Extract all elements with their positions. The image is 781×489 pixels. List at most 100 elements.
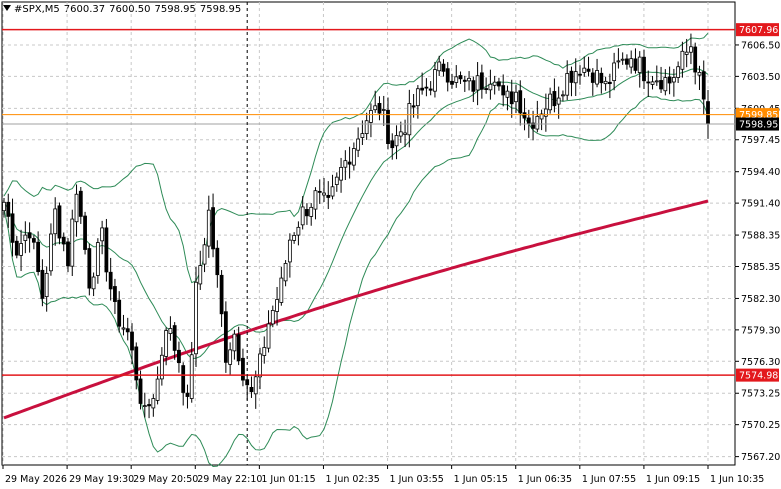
candle-body	[2, 201, 6, 212]
candle-body	[168, 328, 173, 334]
candle-body	[488, 83, 493, 91]
candle-body	[484, 88, 489, 90]
candle-body	[309, 206, 314, 217]
candle-body	[364, 120, 369, 135]
candle-body	[445, 68, 450, 83]
candle-body	[607, 81, 612, 85]
candle-body	[377, 102, 382, 114]
candle-body	[142, 405, 147, 408]
candle-body	[305, 209, 309, 217]
candle-body	[663, 77, 668, 92]
candle-body	[23, 234, 28, 242]
candle-body	[625, 58, 629, 65]
y-tick-label: 7567.20	[741, 452, 780, 463]
candle-body	[189, 354, 194, 399]
x-tick-label: 1 Jun 02:35	[325, 474, 379, 485]
candle-body	[351, 148, 356, 166]
y-tick-label: 7603.50	[741, 72, 780, 83]
y-tick-label: 7588.35	[741, 231, 780, 242]
candle-body	[415, 88, 420, 107]
candle-body	[215, 247, 220, 276]
candle-body	[70, 218, 75, 267]
candle-body	[373, 105, 378, 111]
candle-body	[44, 272, 49, 298]
price-tag-label: 7598.95	[739, 120, 778, 131]
candle-body	[369, 110, 373, 123]
candle-body	[420, 87, 425, 91]
candle-body	[253, 376, 258, 395]
candle-body	[317, 190, 322, 193]
candle-body	[654, 80, 659, 83]
x-tick-label: 29 May 22:10	[197, 474, 262, 485]
candle-body	[31, 238, 36, 243]
candle-body	[347, 161, 352, 165]
candle-body	[83, 215, 87, 250]
candle-body	[147, 404, 151, 407]
candle-body	[292, 235, 297, 241]
candle-body	[211, 207, 215, 250]
candle-body	[590, 72, 595, 83]
candle-body	[637, 56, 642, 73]
x-tick-label: 1 Jun 05:15	[454, 474, 508, 485]
x-tick-label: 29 May 19:30	[69, 474, 134, 485]
price-tag-label: 7607.96	[739, 25, 778, 36]
candle-body	[151, 398, 156, 409]
candle-body	[424, 86, 429, 89]
candle-body	[87, 248, 92, 289]
candle-body	[497, 81, 501, 87]
y-tick-label: 7597.45	[741, 135, 780, 146]
candle-body	[300, 206, 305, 226]
candle-body	[121, 327, 126, 330]
candle-body	[287, 239, 292, 263]
candle-body	[693, 46, 698, 73]
candle-body	[509, 91, 514, 105]
candle-body	[612, 62, 617, 82]
y-tick-label: 7594.40	[741, 167, 780, 178]
candle-body	[57, 205, 62, 239]
candle-body	[680, 50, 685, 70]
y-tick-label: 7585.35	[741, 262, 780, 273]
candle-body	[172, 325, 177, 351]
candle-body	[194, 281, 198, 355]
y-tick-label: 7591.40	[741, 199, 780, 210]
candle-body	[556, 97, 561, 105]
candle-body	[356, 138, 361, 151]
candle-body	[386, 109, 390, 145]
candle-body	[441, 63, 446, 72]
candle-body	[573, 71, 578, 84]
x-tick-label: 1 Jun 01:15	[261, 474, 315, 485]
candle-body	[586, 68, 591, 72]
candle-body	[100, 227, 105, 242]
candle-body	[454, 76, 459, 83]
candle-body	[543, 108, 548, 117]
bollinger-middle	[3, 68, 709, 360]
candle-body	[659, 80, 663, 90]
candle-body	[642, 56, 646, 82]
price-tag-label: 7574.98	[739, 371, 778, 382]
candle-body	[650, 81, 655, 85]
y-tick-label: 7579.30	[741, 325, 780, 336]
candle-body	[599, 72, 604, 84]
bollinger-upper	[3, 32, 709, 284]
price-chart[interactable]: 7606.507603.507600.457597.457594.407591.…	[0, 0, 781, 489]
candle-body	[505, 90, 510, 98]
candle-body	[646, 81, 651, 84]
y-tick-label: 7573.25	[741, 389, 780, 400]
candle-body	[322, 192, 326, 196]
x-tick-label: 29 May 20:50	[133, 474, 198, 485]
candle-body	[113, 286, 117, 302]
candle-body	[202, 244, 207, 265]
y-tick-label: 7582.30	[741, 294, 780, 305]
candle-body	[561, 94, 565, 97]
candle-body	[467, 77, 471, 82]
candle-body	[313, 190, 318, 210]
candle-body	[219, 274, 224, 315]
candle-body	[117, 299, 122, 327]
candle-body	[569, 70, 574, 83]
candle-body	[701, 71, 706, 100]
candle-body	[270, 310, 275, 325]
candle-body	[475, 75, 480, 91]
candle-body	[198, 265, 203, 285]
candle-body	[697, 72, 702, 76]
candle-body	[450, 80, 454, 85]
